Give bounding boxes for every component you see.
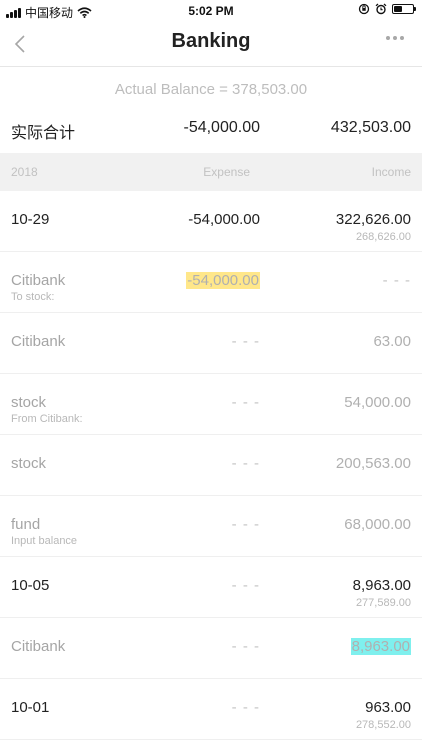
alarm-icon	[375, 3, 387, 15]
row-expense: -54,000.00	[188, 211, 260, 228]
section-header: 2018 Expense Income	[0, 153, 422, 191]
transaction-row[interactable]: fund Input balance - - - 68,000.00	[0, 496, 422, 557]
date-row[interactable]: 10-29 -54,000.00 322,626.00 268,626.00	[0, 191, 422, 252]
summary-income: 432,503.00	[330, 119, 411, 136]
row-expense: -54,000.00	[186, 272, 260, 289]
row-expense: - - -	[231, 638, 260, 655]
row-expense: - - -	[231, 333, 260, 350]
summary-total-row: 实际合计 -54,000.00 432,503.00	[11, 119, 411, 142]
expense-column-header: Expense	[203, 165, 250, 179]
row-income: 68,000.00	[344, 516, 411, 533]
more-dots-icon	[386, 36, 390, 40]
more-dots-icon	[393, 36, 397, 40]
row-label: 10-01	[11, 699, 50, 716]
row-income: 63.00	[373, 333, 411, 350]
row-income: 963.00	[365, 699, 411, 716]
actual-balance: Actual Balance = 378,503.00	[114, 81, 308, 98]
row-income: 200,563.00	[335, 455, 411, 472]
row-label: stock	[11, 394, 47, 411]
rotation-lock-icon	[358, 3, 370, 15]
transaction-row[interactable]: stock From Citibank: - - - 54,000.00	[0, 374, 422, 435]
transaction-list: 10-29 -54,000.00 322,626.00 268,626.00 Citib…	[0, 191, 422, 740]
transaction-row[interactable]: Citibank - - - 8,963.00	[0, 618, 422, 679]
row-income: 322,626.00	[335, 211, 411, 228]
row-income: 8,963.00	[352, 577, 411, 594]
transaction-row[interactable]: Citibank To stock: -54,000.00 - - -	[0, 252, 422, 313]
row-label: fund	[11, 516, 41, 533]
row-expense: - - -	[231, 516, 260, 533]
row-running-balance: 278,552.00	[355, 719, 411, 731]
row-sublabel: To stock:	[11, 291, 55, 303]
transaction-row[interactable]: Citibank - - - 63.00	[0, 313, 422, 374]
row-expense: - - -	[231, 394, 260, 411]
row-label: Citibank	[11, 272, 66, 289]
status-right	[358, 3, 416, 15]
row-income: 54,000.00	[344, 394, 411, 411]
row-label: Citibank	[11, 333, 66, 350]
page-title: Banking	[171, 30, 251, 52]
section-year: 2018	[11, 165, 38, 179]
row-label: stock	[11, 455, 47, 472]
more-button[interactable]	[386, 36, 404, 40]
transaction-row[interactable]: stock - - - 200,563.00	[0, 435, 422, 496]
row-expense: - - -	[231, 455, 260, 472]
row-running-balance: 268,626.00	[355, 231, 411, 243]
row-sublabel: Input balance	[11, 535, 78, 547]
battery-icon	[392, 4, 416, 14]
row-running-balance: 277,589.00	[355, 597, 411, 609]
nav-bar: Banking	[0, 22, 422, 67]
row-label: 10-05	[11, 577, 50, 594]
row-label: 10-29	[11, 211, 50, 228]
row-sublabel: From Citibank:	[11, 413, 83, 425]
date-row[interactable]: 10-05 - - - 8,963.00 277,589.00	[0, 557, 422, 618]
row-expense: - - -	[231, 699, 260, 716]
date-row[interactable]: 10-01 - - - 963.00 278,552.00	[0, 679, 422, 740]
summary-expense: -54,000.00	[183, 119, 260, 136]
summary-panel: Actual Balance = 378,503.00 实际合计 -54,000…	[0, 67, 422, 153]
more-dots-icon	[400, 36, 404, 40]
income-column-header: Income	[371, 165, 411, 179]
status-bar: 中国移动 5:02 PM	[0, 0, 422, 22]
row-income: 8,963.00	[350, 638, 411, 655]
row-expense: - - -	[231, 577, 260, 594]
summary-label: 实际合计	[11, 125, 76, 142]
row-label: Citibank	[11, 638, 66, 655]
row-income: - - -	[382, 272, 411, 289]
battery-level	[394, 6, 403, 12]
